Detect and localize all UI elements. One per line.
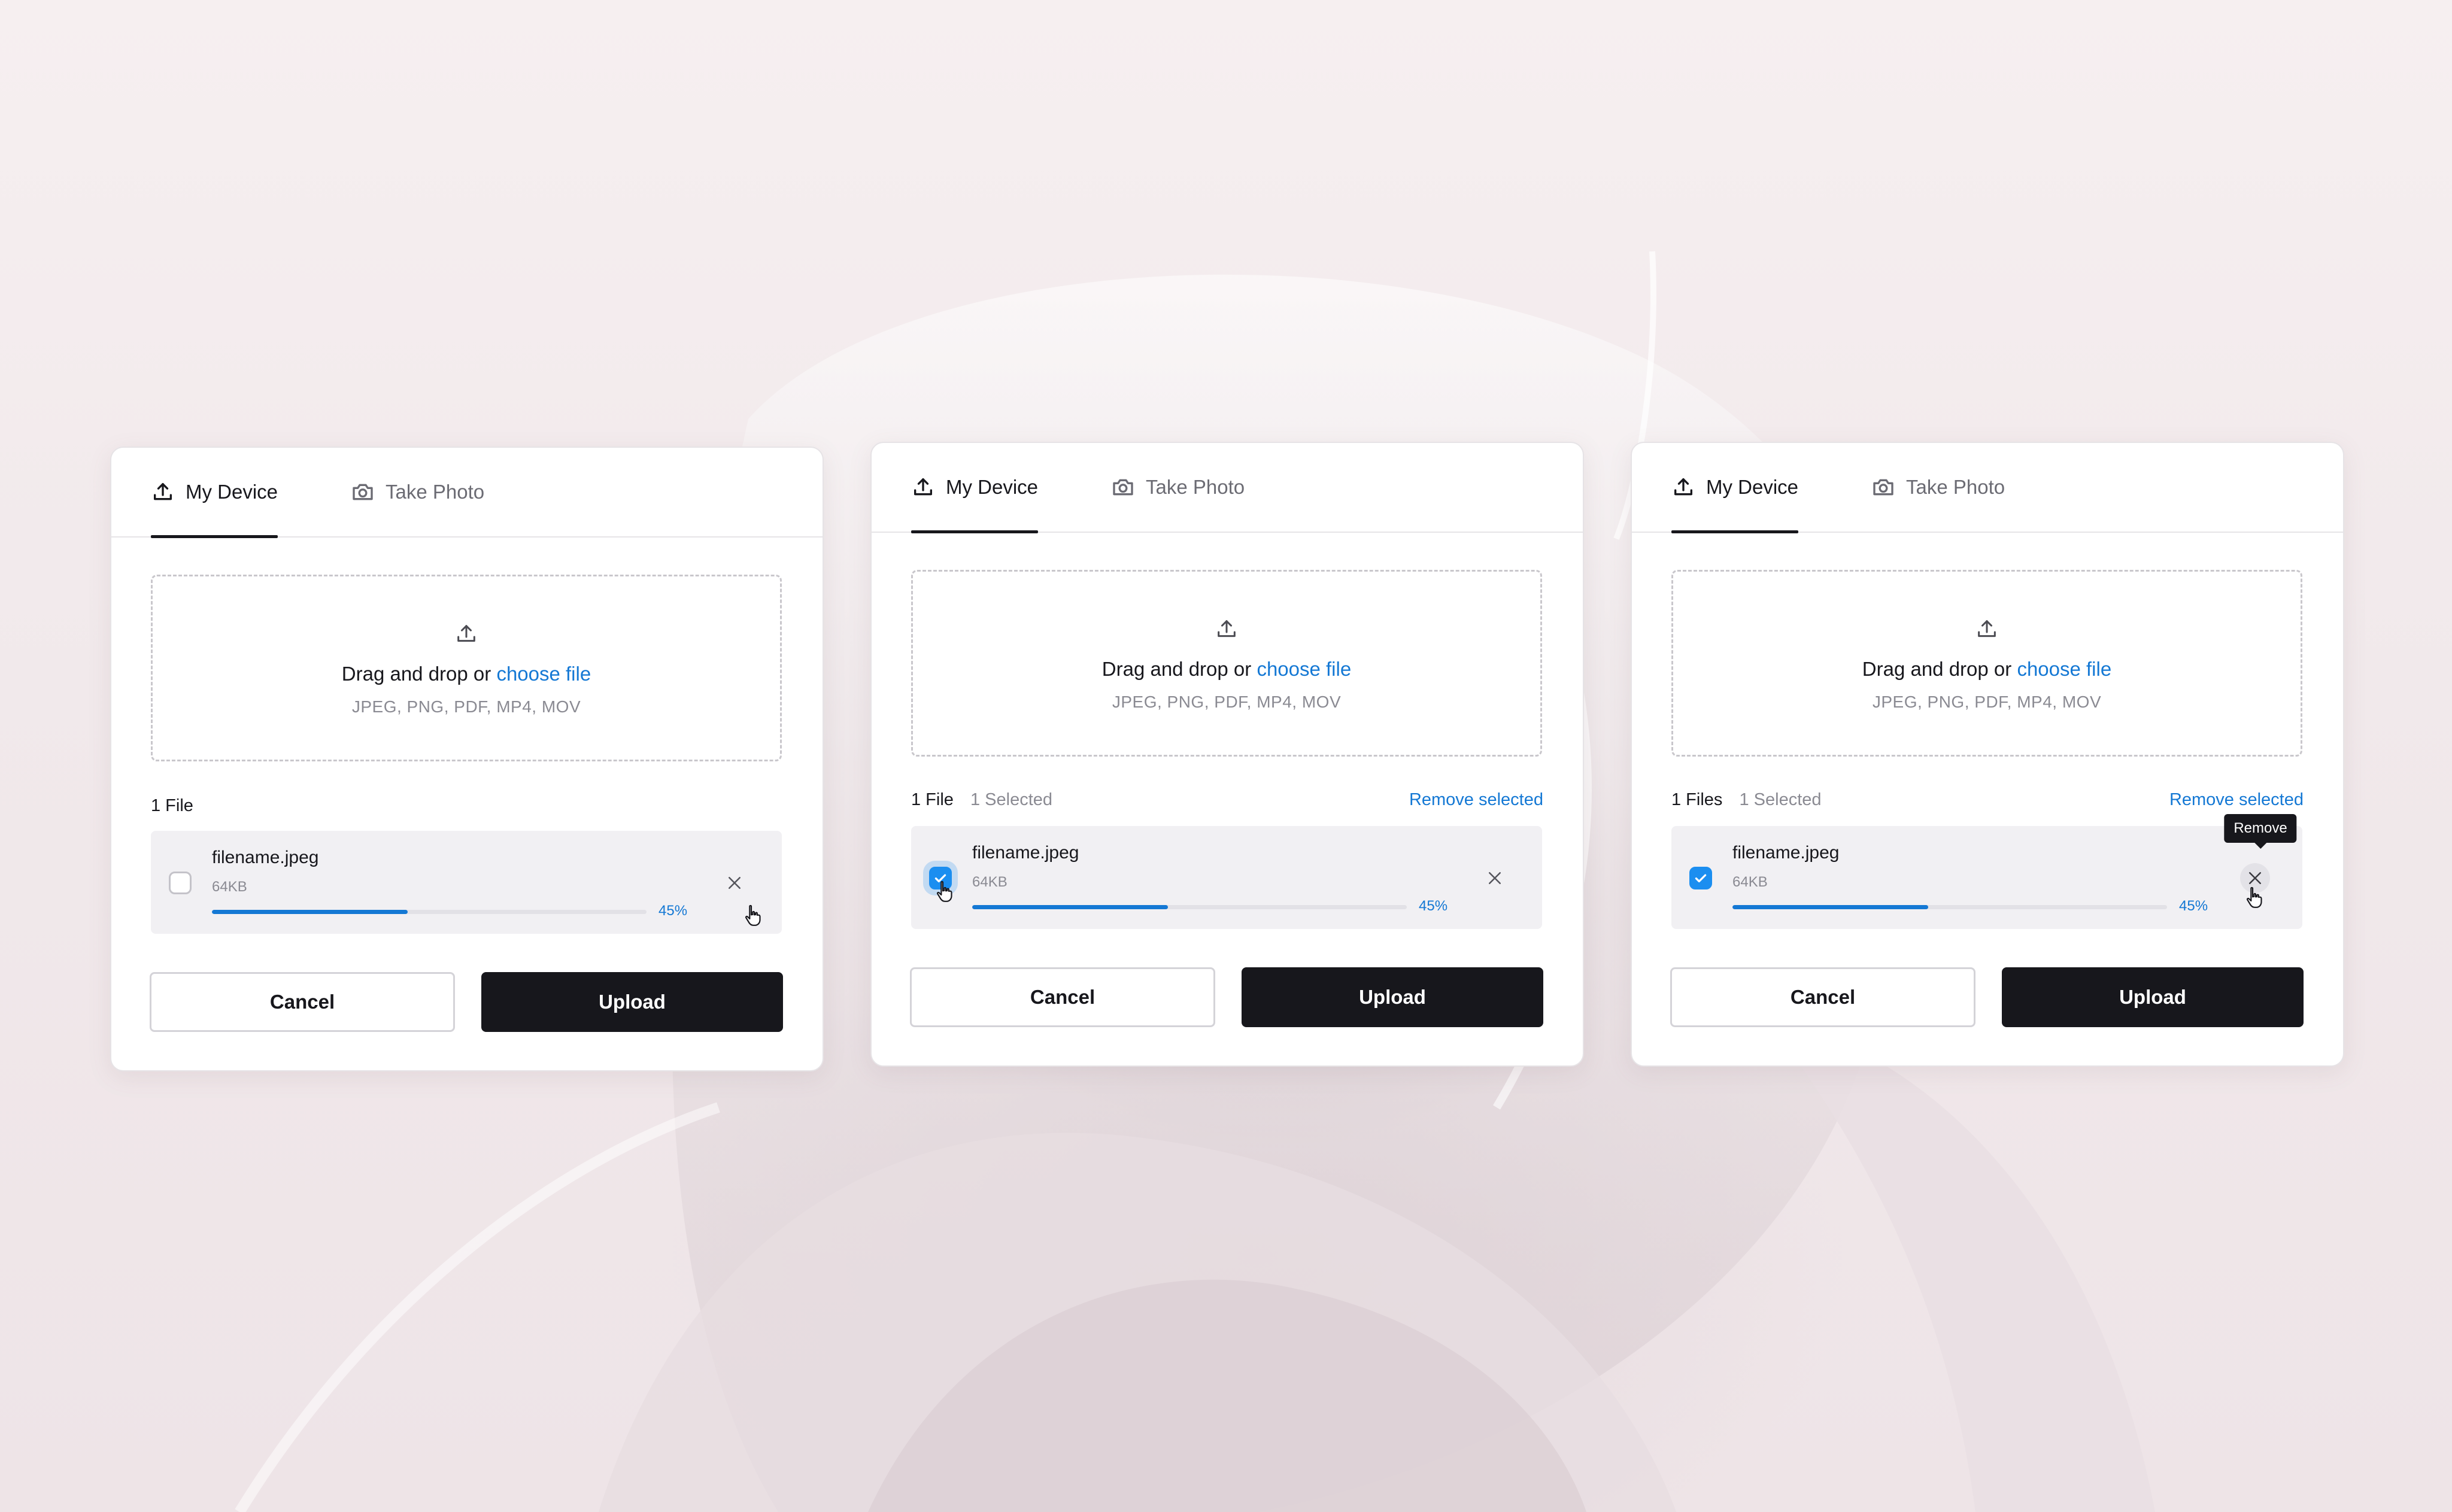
progress-percent: 45% xyxy=(1419,898,1448,914)
hand-cursor-icon xyxy=(2247,886,2262,908)
upload-icon xyxy=(914,478,932,496)
hand-cursor-icon xyxy=(937,881,952,902)
remove-tooltip: Remove xyxy=(2224,814,2297,849)
dropzone-instruction: Drag and drop or choose file xyxy=(342,663,591,685)
close-icon xyxy=(729,877,741,889)
close-icon xyxy=(2249,872,2261,884)
file-checkbox[interactable] xyxy=(1689,867,1712,889)
choose-file-link[interactable]: choose file xyxy=(2017,658,2111,680)
file-row: filename.jpeg 64KB 45% xyxy=(911,826,1542,929)
dropzone[interactable]: Drag and drop or choose file JPEG, PNG, … xyxy=(1671,570,2302,757)
allowed-file-types: JPEG, PNG, PDF, MP4, MOV xyxy=(1112,693,1342,711)
selected-count: 1 Selected xyxy=(970,790,1053,809)
tab-my-device[interactable]: My Device xyxy=(151,448,278,538)
remove-selected-link[interactable]: Remove selected xyxy=(1409,790,1543,810)
upload-button[interactable]: Upload xyxy=(481,972,783,1032)
tab-label: Take Photo xyxy=(386,481,485,503)
upload-dialog-selected: My Device Take Photo Drag and drop or ch… xyxy=(870,442,1584,1067)
upload-icon xyxy=(457,625,475,642)
hand-cursor-icon xyxy=(745,904,761,926)
tab-take-photo[interactable]: Take Photo xyxy=(1871,443,2005,532)
tab-my-device[interactable]: My Device xyxy=(1671,443,1799,533)
camera-icon xyxy=(1113,479,1133,496)
dropzone-text: Drag and drop or xyxy=(1101,658,1252,680)
cancel-button[interactable]: Cancel xyxy=(150,972,455,1032)
file-size: 64KB xyxy=(972,874,1007,890)
progress-percent: 45% xyxy=(2179,898,2208,914)
upload-icon xyxy=(1674,478,1692,496)
dropzone-instruction: Drag and drop or choose file xyxy=(1862,658,2111,681)
files-header: 1 Files 1 Selected Remove selected xyxy=(1671,790,2304,814)
upload-progress-bar xyxy=(972,905,1407,909)
dropzone[interactable]: Drag and drop or choose file JPEG, PNG, … xyxy=(151,575,782,761)
file-name: filename.jpeg xyxy=(212,848,319,867)
file-count: 1 Files xyxy=(1671,790,1723,809)
tab-label: My Device xyxy=(946,476,1039,498)
progress-percent: 45% xyxy=(658,903,688,919)
choose-file-link[interactable]: choose file xyxy=(1257,658,1351,680)
allowed-file-types: JPEG, PNG, PDF, MP4, MOV xyxy=(1872,693,2102,711)
upload-progress-bar xyxy=(212,910,647,914)
file-name: filename.jpeg xyxy=(972,843,1079,863)
checkmark-icon xyxy=(1695,874,1707,883)
tab-label: My Device xyxy=(1706,476,1799,498)
progress-fill xyxy=(1732,905,1928,909)
tab-take-photo[interactable]: Take Photo xyxy=(1111,443,1245,532)
upload-dialog-remove-hover: My Device Take Photo Drag and drop or ch… xyxy=(1631,442,2344,1067)
file-name: filename.jpeg xyxy=(1732,843,1840,863)
upload-icon xyxy=(1978,620,1996,637)
upload-button[interactable]: Upload xyxy=(2002,967,2304,1027)
file-row: filename.jpeg 64KB 45% xyxy=(151,831,782,934)
progress-fill xyxy=(972,905,1168,909)
choose-file-link[interactable]: choose file xyxy=(496,663,591,685)
cancel-button[interactable]: Cancel xyxy=(1670,967,1975,1027)
tab-label: Take Photo xyxy=(1906,476,2005,498)
upload-dialog-default: My Device Take Photo Drag and drop or ch… xyxy=(110,447,824,1071)
files-header: 1 File xyxy=(151,796,783,820)
file-row: filename.jpeg 64KB 45% xyxy=(1671,826,2302,929)
file-count: 1 File xyxy=(911,790,954,809)
file-size: 64KB xyxy=(1732,874,1768,890)
dropzone[interactable]: Drag and drop or choose file JPEG, PNG, … xyxy=(911,570,1542,757)
tab-take-photo[interactable]: Take Photo xyxy=(351,448,484,536)
camera-icon xyxy=(1873,479,1893,496)
close-icon xyxy=(1489,872,1501,884)
file-size: 64KB xyxy=(212,879,247,895)
upload-icon xyxy=(154,483,172,500)
dropzone-instruction: Drag and drop or choose file xyxy=(1102,658,1351,681)
upload-icon xyxy=(1218,620,1236,637)
remove-file-button[interactable] xyxy=(1480,863,1510,893)
tab-bar: My Device Take Photo xyxy=(111,448,823,538)
allowed-file-types: JPEG, PNG, PDF, MP4, MOV xyxy=(351,697,581,716)
upload-button[interactable]: Upload xyxy=(1242,967,1543,1027)
progress-fill xyxy=(212,910,408,914)
tab-bar: My Device Take Photo xyxy=(1632,443,2343,533)
tab-my-device[interactable]: My Device xyxy=(911,443,1039,533)
file-checkbox[interactable] xyxy=(169,872,192,894)
selected-count: 1 Selected xyxy=(1739,790,1822,809)
tab-label: My Device xyxy=(186,481,278,503)
tab-label: Take Photo xyxy=(1146,476,1245,498)
files-header: 1 File 1 Selected Remove selected xyxy=(911,790,1543,814)
remove-selected-link[interactable]: Remove selected xyxy=(2169,790,2304,810)
remove-file-button[interactable] xyxy=(720,868,749,898)
tab-bar: My Device Take Photo xyxy=(872,443,1583,533)
upload-progress-bar xyxy=(1732,905,2167,909)
dropzone-text: Drag and drop or xyxy=(341,663,491,685)
camera-icon xyxy=(353,484,373,500)
cancel-button[interactable]: Cancel xyxy=(910,967,1215,1027)
file-count: 1 File xyxy=(151,796,193,815)
dropzone-text: Drag and drop or xyxy=(1862,658,2012,680)
